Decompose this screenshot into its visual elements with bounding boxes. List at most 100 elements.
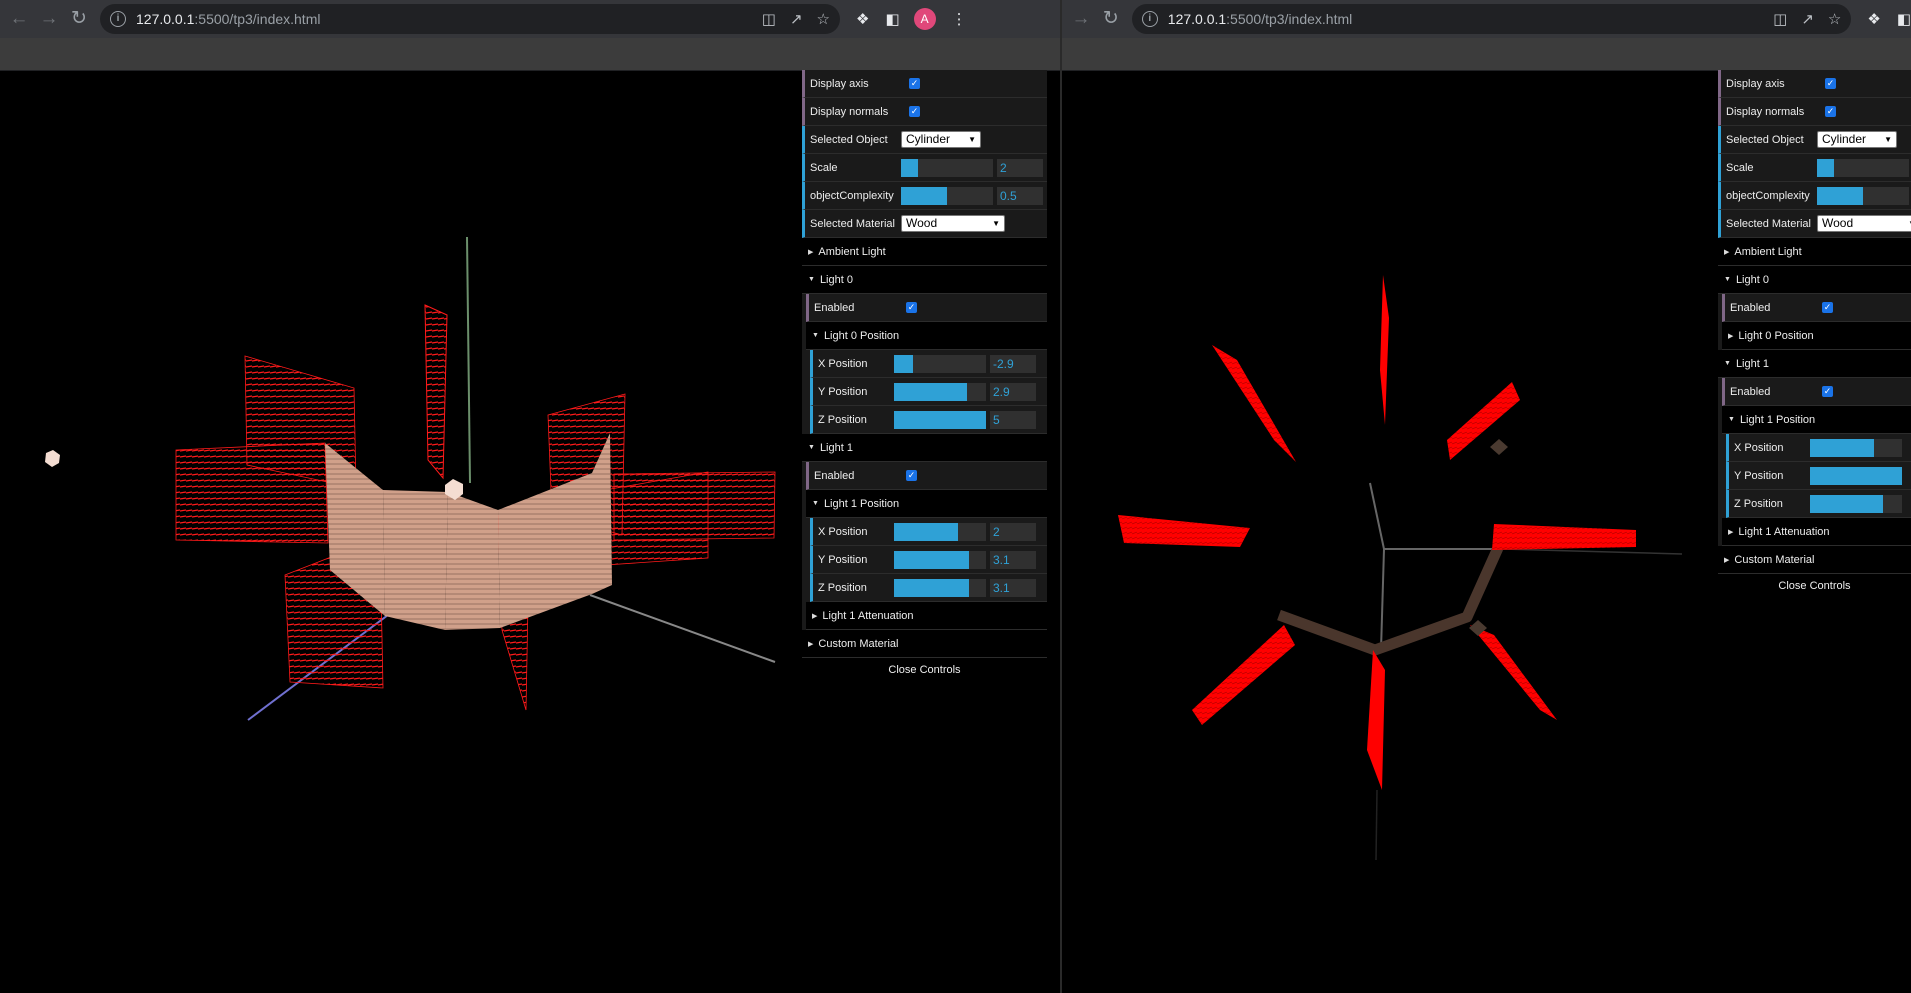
dat-gui-panel: Display axis ✓ Display normals ✓ Selected …: [1718, 70, 1911, 598]
address-url: 127.0.0.1:5500/tp3/index.html: [136, 11, 321, 27]
browser-chrome: → ↻ i 127.0.0.1:5500/tp3/index.html ◫ ↗ …: [1062, 0, 1911, 71]
light-1-enabled-checkbox[interactable]: ✓: [1822, 386, 1833, 397]
light-1-folder[interactable]: ▼ Light 1: [1718, 350, 1911, 378]
light-0-y-slider[interactable]: [894, 382, 986, 401]
profile-avatar[interactable]: A: [913, 8, 936, 30]
browser-window-right: → ↻ i 127.0.0.1:5500/tp3/index.html ◫ ↗ …: [1062, 0, 1911, 993]
bookmark-star-icon[interactable]: ☆: [817, 10, 830, 28]
close-controls-button[interactable]: Close Controls: [802, 658, 1047, 682]
light-1-enabled-row[interactable]: Enabled ✓: [1722, 378, 1911, 406]
custom-material-folder[interactable]: ▶ Custom Material: [1718, 546, 1911, 574]
selected-object-dropdown[interactable]: Cylinder ▼: [901, 131, 981, 148]
extensions-puzzle-icon[interactable]: ❖: [1867, 10, 1880, 28]
light-0-position-folder[interactable]: ▼ Light 0 Position: [806, 322, 1047, 350]
address-bar[interactable]: i 127.0.0.1:5500/tp3/index.html ◫ ↗ ☆: [100, 4, 840, 34]
collapsed-triangle-icon: ▶: [812, 612, 818, 620]
light-1-folder[interactable]: ▼ Light 1: [802, 434, 1047, 462]
light-1-attenuation-folder[interactable]: ▶ Light 1 Attenuation: [806, 602, 1047, 630]
close-controls-button[interactable]: Close Controls: [1718, 574, 1911, 598]
bookmark-star-icon[interactable]: ☆: [1828, 10, 1841, 28]
light-0-enabled-checkbox[interactable]: ✓: [1822, 302, 1833, 313]
scale-number-input[interactable]: 2: [997, 158, 1043, 177]
light-1-x-slider[interactable]: [1810, 438, 1902, 457]
light-0-enabled-row[interactable]: Enabled ✓: [806, 294, 1047, 322]
light-1-z-number-input[interactable]: 3.1: [990, 578, 1036, 597]
display-normals-row[interactable]: Display normals ✓: [1718, 98, 1911, 126]
light-0-z-number-input[interactable]: 5: [990, 410, 1036, 429]
display-normals-checkbox[interactable]: ✓: [909, 106, 920, 117]
address-bar[interactable]: i 127.0.0.1:5500/tp3/index.html ◫ ↗ ☆: [1131, 4, 1852, 34]
light-1-y-slider[interactable]: [1810, 466, 1902, 485]
back-arrow-icon[interactable]: ←: [8, 8, 30, 30]
scale-row: Scale 2: [802, 154, 1047, 182]
light-1-y-slider[interactable]: [894, 550, 986, 569]
light-0-folder[interactable]: ▼ Light 0: [1718, 266, 1911, 294]
share-icon[interactable]: ↗: [790, 10, 803, 28]
light-0-x-slider[interactable]: [894, 354, 986, 373]
light-1-y-number-input[interactable]: 3.1: [990, 550, 1036, 569]
light-1-position-folder[interactable]: ▼ Light 1 Position: [806, 490, 1047, 518]
reload-icon[interactable]: ↻: [68, 8, 90, 30]
side-panel-icon[interactable]: ◧: [885, 10, 899, 28]
light-1-y-row: Y Position: [1726, 462, 1911, 490]
selected-material-dropdown[interactable]: Wood▼: [901, 215, 1005, 232]
light-0-z-slider[interactable]: [894, 410, 986, 429]
browser-strip: [0, 38, 1060, 71]
object-complexity-slider[interactable]: [901, 186, 993, 205]
expanded-triangle-icon: ▼: [812, 500, 819, 507]
forward-arrow-icon[interactable]: →: [1070, 8, 1092, 30]
light-0-y-row: Y Position 2.9: [810, 378, 1047, 406]
display-axis-row[interactable]: Display axis ✓: [802, 70, 1047, 98]
collapsed-triangle-icon: ▶: [808, 640, 814, 648]
scale-slider[interactable]: [1817, 158, 1909, 177]
light-0-x-number-input[interactable]: -2.9: [990, 354, 1036, 373]
forward-arrow-icon[interactable]: →: [38, 8, 60, 30]
selected-material-dropdown[interactable]: Wood▼: [1817, 215, 1911, 232]
light-0-enabled-row[interactable]: Enabled ✓: [1722, 294, 1911, 322]
selected-material-row: Selected MaterialWood▼: [802, 210, 1047, 238]
share-icon[interactable]: ↗: [1801, 10, 1814, 28]
ambient-light-folder[interactable]: ▶ Ambient Light: [1718, 238, 1911, 266]
reload-icon[interactable]: ↻: [1100, 8, 1122, 30]
object-complexity-row: objectComplexity 0.5: [802, 182, 1047, 210]
light-1-enabled-row[interactable]: Enabled ✓: [806, 462, 1047, 490]
light-0-folder[interactable]: ▼ Light 0: [802, 266, 1047, 294]
light-0-cube: [45, 450, 60, 467]
site-info-icon[interactable]: i: [110, 11, 126, 27]
light-1-x-number-input[interactable]: 2: [990, 522, 1036, 541]
display-axis-checkbox[interactable]: ✓: [909, 78, 920, 89]
webgl-canvas[interactable]: [0, 70, 800, 993]
object-complexity-slider[interactable]: [1817, 186, 1909, 205]
light-1-x-slider[interactable]: [894, 522, 986, 541]
selected-object-row: Selected Object Cylinder ▼: [802, 126, 1047, 154]
collapsed-triangle-icon: ▶: [1724, 556, 1730, 564]
light-1-attenuation-folder[interactable]: ▶ Light 1 Attenuation: [1722, 518, 1911, 546]
expanded-triangle-icon: ▼: [808, 444, 815, 451]
light-1-z-slider[interactable]: [1810, 494, 1902, 513]
light-1-z-row: Z Position: [1726, 490, 1911, 518]
display-normals-row[interactable]: Display normals ✓: [802, 98, 1047, 126]
translate-icon[interactable]: ◫: [1773, 10, 1787, 28]
light-0-y-number-input[interactable]: 2.9: [990, 382, 1036, 401]
translate-icon[interactable]: ◫: [762, 10, 776, 28]
webgl-canvas[interactable]: [1062, 70, 1716, 993]
light-1-position-folder[interactable]: ▼ Light 1 Position: [1722, 406, 1911, 434]
object-complexity-number-input[interactable]: 0.5: [997, 186, 1043, 205]
extensions-puzzle-icon[interactable]: ❖: [856, 10, 869, 28]
light-1-z-slider[interactable]: [894, 578, 986, 597]
custom-material-folder[interactable]: ▶ Custom Material: [802, 630, 1047, 658]
more-menu-icon[interactable]: ⋮: [952, 10, 967, 28]
side-panel-icon[interactable]: ◧: [1897, 10, 1911, 28]
scale-slider[interactable]: [901, 158, 993, 177]
light-1-x-row: X Position: [1726, 434, 1911, 462]
display-axis-checkbox[interactable]: ✓: [1825, 78, 1836, 89]
site-info-icon[interactable]: i: [1141, 11, 1158, 27]
selected-object-dropdown[interactable]: Cylinder ▼: [1817, 131, 1897, 148]
light-0-enabled-checkbox[interactable]: ✓: [906, 302, 917, 313]
display-axis-row[interactable]: Display axis ✓: [1718, 70, 1911, 98]
chevron-down-icon: ▼: [992, 219, 1000, 228]
light-0-position-folder[interactable]: ▶ Light 0 Position: [1722, 322, 1911, 350]
light-1-enabled-checkbox[interactable]: ✓: [906, 470, 917, 481]
ambient-light-folder[interactable]: ▶ Ambient Light: [802, 238, 1047, 266]
display-normals-checkbox[interactable]: ✓: [1825, 106, 1836, 117]
